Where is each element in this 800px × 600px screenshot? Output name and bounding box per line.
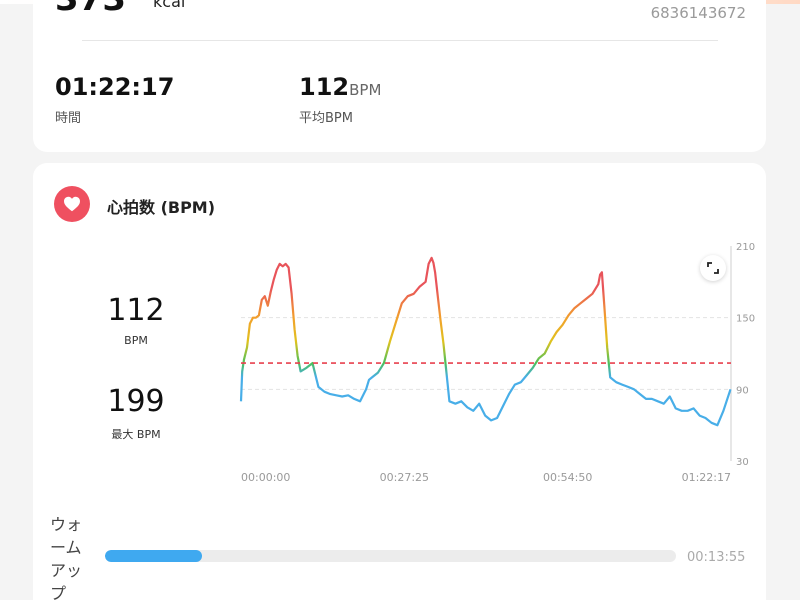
warmup-zone-bar xyxy=(105,550,676,562)
heart-rate-card: 心拍数 (BPM) 112 BPM 199 最大 BPM 210 150 90 30 0… xyxy=(33,163,766,600)
warmup-zone-label: ウォームアップ xyxy=(50,515,83,600)
avg-hr-value: 112BPM xyxy=(299,73,381,101)
y-tick-label: 210 xyxy=(736,242,755,253)
heart-rate-chart: 210 150 90 30 00:00:00 00:27:25 00:54:50 01:22:… xyxy=(239,242,755,484)
avg-hr-unit: BPM xyxy=(349,81,382,99)
calories-value: 373 xyxy=(55,0,126,16)
calories-unit: kcal xyxy=(153,0,186,11)
y-tick-label: 90 xyxy=(736,385,749,396)
summary-divider xyxy=(82,40,718,41)
x-tick-label: 00:00:00 xyxy=(241,471,290,484)
y-tick-label: 150 xyxy=(736,314,755,325)
avg-hr-number: 112 xyxy=(299,73,350,101)
expand-chart-button[interactable] xyxy=(700,255,726,281)
warmup-zone-duration: 00:13:55 xyxy=(687,550,746,565)
summary-card: 373 kcal 6836143672 01:22:17 時間 112BPM 平… xyxy=(33,0,766,152)
duration-value: 01:22:17 xyxy=(55,73,175,101)
expand-icon xyxy=(707,262,719,274)
heart-rate-series xyxy=(239,256,732,427)
x-tick-label: 01:22:17 xyxy=(682,471,731,484)
record-id: 6836143672 xyxy=(650,4,746,22)
x-tick-label: 00:54:50 xyxy=(543,471,592,484)
y-tick-label: 30 xyxy=(736,457,749,468)
avg-hr-label: 平均BPM xyxy=(299,111,353,126)
x-tick-label: 00:27:25 xyxy=(380,471,429,484)
warmup-zone-fill xyxy=(105,550,203,562)
duration-label: 時間 xyxy=(55,111,82,126)
